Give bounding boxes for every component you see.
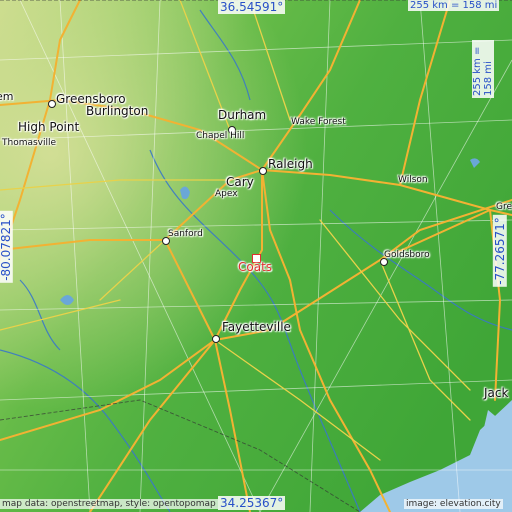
label-burlington: Burlington [86, 104, 149, 118]
label-gre: Gre [496, 202, 512, 212]
label-jack: Jack [484, 386, 509, 400]
label-durham: Durham [218, 108, 267, 122]
greensboro-marker [48, 100, 56, 108]
label-high-point: High Point [18, 120, 80, 134]
coord-right: -77.26571° [492, 215, 507, 287]
label-thomasville: Thomasville [2, 138, 57, 148]
fayetteville-marker [212, 335, 220, 343]
topographic-map[interactable]: Coats em Greensboro Burlington High Poin… [0, 0, 512, 512]
attribution: map data: openstreetmap, style: opentopo… [0, 499, 218, 509]
label-raleigh: Raleigh [268, 157, 313, 171]
label-sanford: Sanford [168, 229, 203, 239]
coord-top: 36.54591° [218, 0, 286, 14]
label-wilson: Wilson [398, 175, 428, 185]
scale-top: 255 km = 158 mi [408, 0, 500, 11]
label-wake-forest: Wake Forest [291, 117, 346, 127]
label-chapel-hill: Chapel Hill [196, 131, 245, 141]
image-credit: image: elevation.city [404, 499, 503, 509]
coats-label: Coats [238, 260, 273, 274]
label-goldsboro: Goldsboro [384, 250, 430, 260]
coord-bottom: 34.25367° [218, 496, 286, 510]
coord-left: -80.07821° [0, 211, 13, 283]
label-em: em [0, 90, 14, 103]
label-apex: Apex [215, 189, 238, 199]
label-fayetteville: Fayetteville [222, 320, 291, 334]
scale-right: 255 km = 158 mi [472, 40, 494, 98]
label-cary: Cary [226, 175, 254, 189]
raleigh-marker [259, 167, 267, 175]
